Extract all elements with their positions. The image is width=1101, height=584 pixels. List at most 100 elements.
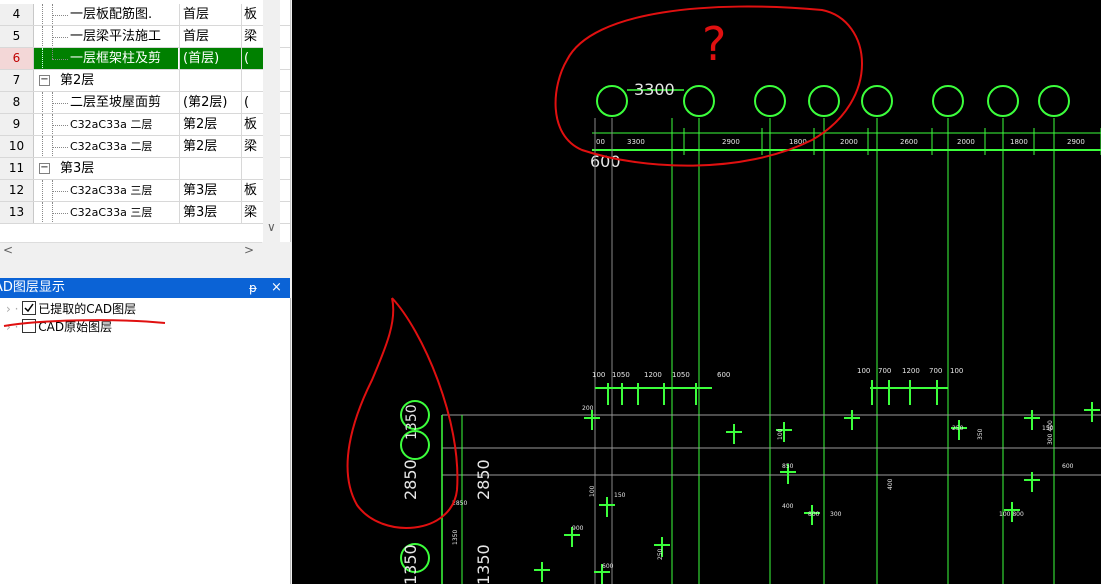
floor-cell[interactable]: [179, 70, 241, 91]
drawing-name-label: 一层板配筋图.: [70, 7, 153, 22]
type-cell[interactable]: 梁: [241, 202, 263, 223]
drawing-name-cell[interactable]: 一层梁平法施工: [34, 26, 178, 47]
horizontal-scrollbar[interactable]: < >: [0, 242, 262, 260]
row-number: 6: [0, 48, 34, 69]
type-cell[interactable]: 梁: [241, 136, 263, 157]
dimension-label: 100: [950, 367, 963, 375]
axis-circle: [1038, 85, 1070, 117]
table-row[interactable]: 7− 第2层: [0, 70, 290, 92]
drawing-name-label: C32aC33a 三层: [70, 184, 153, 197]
cad-drawing-canvas[interactable]: 3300 3300 2900 1800 2000 2600 2000 1800 2900 00 60…: [292, 0, 1101, 584]
dimension-label: 1800: [1010, 138, 1028, 146]
row-number: 7: [0, 70, 34, 91]
dimension-label: 2600: [900, 138, 918, 146]
drawing-name-label: C32aC33a 三层: [70, 206, 153, 219]
dimension-label: 1050: [672, 371, 690, 379]
floor-cell[interactable]: (首层): [179, 48, 241, 69]
cad-drawing[interactable]: 33003300 2900 1800 2000 2600 2000 1800 29000060…: [292, 0, 1101, 584]
floor-cell[interactable]: 首层: [179, 26, 241, 47]
drawing-name-label: 一层梁平法施工: [70, 29, 162, 44]
type-cell[interactable]: [241, 158, 263, 179]
floor-cell[interactable]: 第3层: [179, 180, 241, 201]
table-row[interactable]: 6 一层框架柱及剪 (首层)(: [0, 48, 290, 70]
row-number: 12: [0, 180, 34, 201]
row-number: 10: [0, 136, 34, 157]
dimension-label: 800: [808, 511, 820, 518]
floor-group-label: 第2层: [60, 73, 95, 88]
dimension-label: 2000: [840, 138, 858, 146]
type-cell[interactable]: 梁: [241, 26, 263, 47]
axis-circle: [754, 85, 786, 117]
table-row[interactable]: 11− 第3层: [0, 158, 290, 180]
dimension-label: 100: [857, 367, 870, 375]
drawing-name-label: C32aC33a 二层: [70, 140, 153, 153]
floor-group-label: 第3层: [60, 161, 95, 176]
close-icon[interactable]: ×: [271, 278, 282, 298]
dimension-label: 1350: [401, 544, 420, 584]
type-cell[interactable]: [241, 70, 263, 91]
drawing-name-cell[interactable]: 一层板配筋图.: [34, 4, 178, 25]
layer-panel-title: AD图层显示: [0, 280, 65, 295]
axis-circle: [861, 85, 893, 117]
collapse-icon[interactable]: −: [39, 163, 50, 174]
dimension-label: 2850: [474, 459, 493, 500]
dimension-label: 400: [782, 503, 794, 510]
dimension-label: 250: [952, 425, 964, 432]
row-number: 8: [0, 92, 34, 113]
scroll-left-icon[interactable]: <: [3, 243, 13, 257]
drawing-name-cell[interactable]: 二层至坡屋面剪: [34, 92, 178, 113]
drawing-name-cell[interactable]: 一层框架柱及剪: [34, 48, 178, 69]
drawing-name-cell[interactable]: − 第3层: [34, 158, 178, 179]
drawing-name-cell[interactable]: C32aC33a 三层: [34, 202, 178, 223]
table-row[interactable]: 4 一层板配筋图. 首层板: [0, 4, 290, 26]
floor-cell[interactable]: (第2层): [179, 92, 241, 113]
type-cell[interactable]: 板: [241, 180, 263, 201]
type-cell[interactable]: 板: [241, 114, 263, 135]
floor-drawing-table: 4 一层板配筋图. 首层板 5 一层梁平法施工 首层梁 6 一层框架柱及剪 (首层)(7− 第2层…: [0, 0, 291, 242]
drawing-name-label: C32aC33a 二层: [70, 118, 153, 131]
vertical-scrollbar[interactable]: ∨: [263, 0, 280, 242]
table-row[interactable]: 9 C32aC33a 二层 第2层板: [0, 114, 290, 136]
drawing-name-cell[interactable]: C32aC33a 二层: [34, 114, 178, 135]
collapse-icon[interactable]: −: [39, 75, 50, 86]
scroll-down-icon[interactable]: ∨: [267, 220, 276, 234]
layer-panel-header: AD图层显示 ᵽ ×: [0, 278, 290, 298]
table-row[interactable]: 8 二层至坡屋面剪 (第2层)(: [0, 92, 290, 114]
floor-cell[interactable]: 第2层: [179, 136, 241, 157]
table-row[interactable]: 12 C32aC33a 三层 第3层板: [0, 180, 290, 202]
type-cell[interactable]: 板: [241, 4, 263, 25]
dimension-label: 100: [589, 485, 596, 497]
row-number: 11: [0, 158, 34, 179]
dimension-label: 3300: [627, 138, 645, 146]
floor-cell[interactable]: 首层: [179, 4, 241, 25]
floor-cell[interactable]: [179, 158, 241, 179]
floor-cell[interactable]: 第3层: [179, 202, 241, 223]
dimension-label: 1200: [902, 367, 920, 375]
drawing-name-cell[interactable]: C32aC33a 三层: [34, 180, 178, 201]
drawing-name-cell[interactable]: C32aC33a 二层: [34, 136, 178, 157]
dimension-label: 1350: [474, 544, 493, 584]
row-number: 4: [0, 4, 34, 25]
table-row[interactable]: 5 一层梁平法施工 首层梁: [0, 26, 290, 48]
floor-cell[interactable]: 第2层: [179, 114, 241, 135]
axis-circle: [808, 85, 840, 117]
dimension-label: 3300: [634, 80, 675, 99]
row-number: 9: [0, 114, 34, 135]
row-number: 13: [0, 202, 34, 223]
row-number: 5: [0, 26, 34, 47]
dimension-label: 850: [782, 463, 794, 470]
type-cell[interactable]: (: [241, 48, 263, 69]
table-row[interactable]: 13 C32aC33a 三层 第3层梁: [0, 202, 290, 224]
dimension-label: 700: [929, 367, 942, 375]
scroll-right-icon[interactable]: >: [244, 243, 254, 257]
drawing-name-label: 二层至坡屋面剪: [70, 95, 162, 110]
dimension-label: 2000: [957, 138, 975, 146]
dimension-label: 1350: [404, 404, 420, 440]
dimension-label: 600: [1062, 463, 1074, 470]
dimension-label: 2850: [401, 459, 420, 500]
drawing-name-cell[interactable]: − 第2层: [34, 70, 178, 91]
table-row[interactable]: 10 C32aC33a 二层 第2层梁: [0, 136, 290, 158]
dimension-label: 100: [592, 371, 605, 379]
pin-icon[interactable]: ᵽ: [249, 278, 257, 298]
type-cell[interactable]: (: [241, 92, 263, 113]
